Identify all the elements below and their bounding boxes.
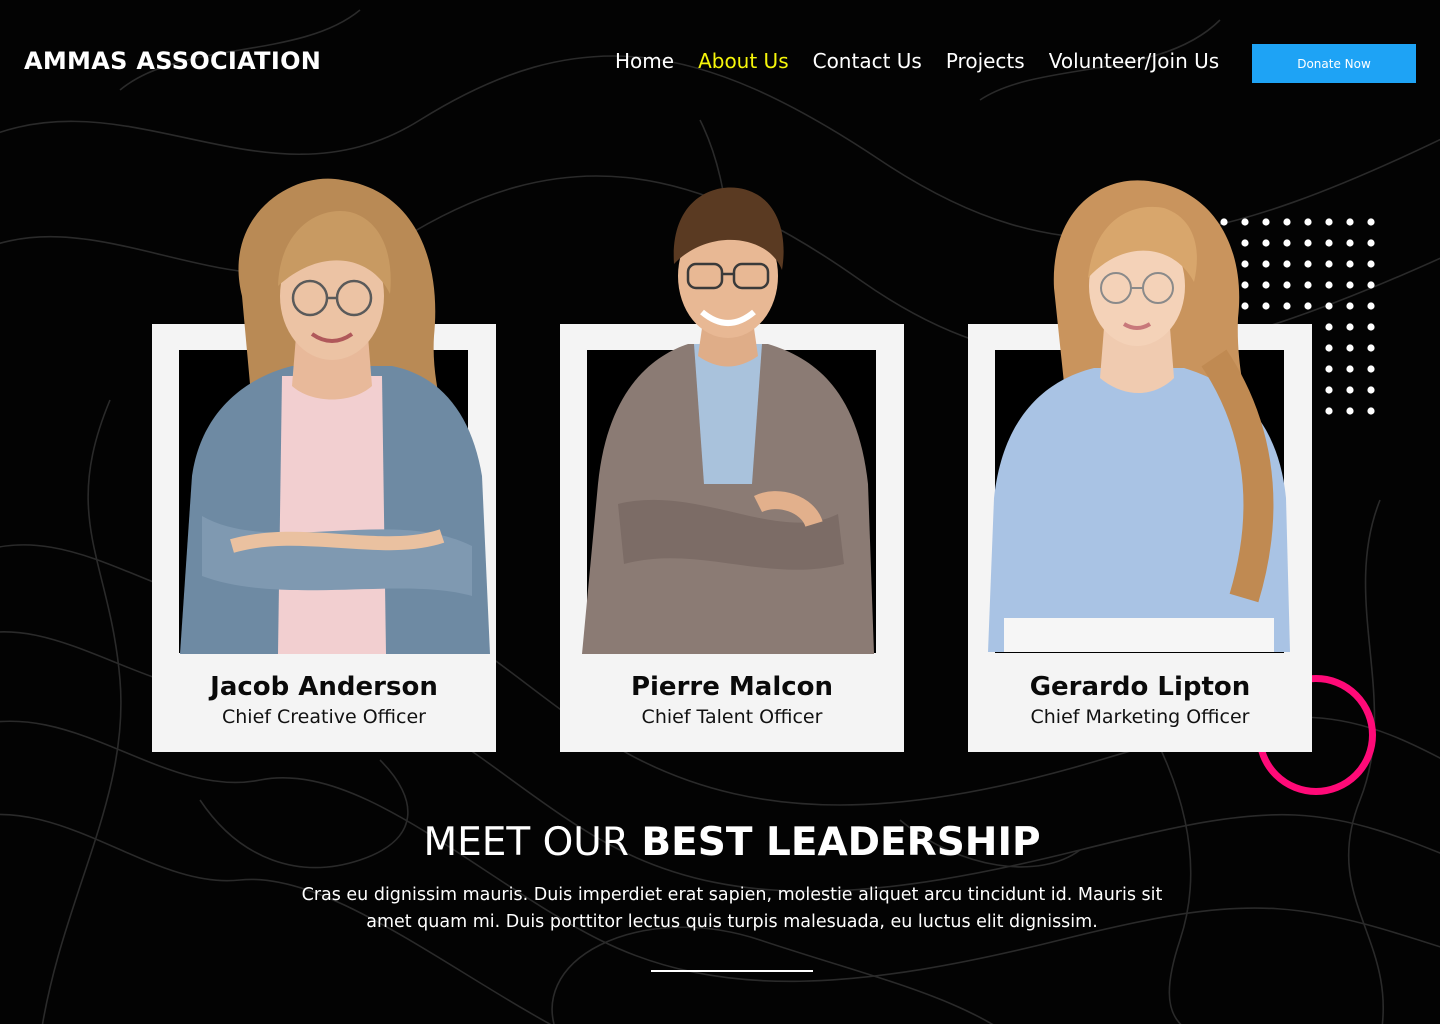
decor-dot	[1304, 239, 1312, 247]
decor-dot	[1367, 365, 1375, 373]
portrait-pierre-malcon	[582, 187, 874, 654]
decor-dot	[1367, 281, 1375, 289]
section-divider	[651, 970, 813, 972]
decor-dot	[1367, 323, 1375, 331]
nav-about-us[interactable]: About Us	[698, 49, 789, 73]
heading-bold: BEST LEADERSHIP	[641, 820, 1041, 865]
member-name: Jacob Anderson	[210, 672, 438, 702]
decor-dot	[1325, 407, 1333, 415]
decor-dot	[1325, 365, 1333, 373]
decor-dot	[1346, 218, 1354, 226]
decor-dot	[1346, 365, 1354, 373]
decor-dot	[1346, 260, 1354, 268]
decor-dot	[1325, 281, 1333, 289]
decor-dot	[1367, 302, 1375, 310]
nav-projects[interactable]: Projects	[946, 49, 1025, 73]
member-role: Chief Marketing Officer	[1030, 706, 1250, 728]
decor-dot	[1346, 239, 1354, 247]
decor-dot	[1346, 281, 1354, 289]
decor-dot	[1325, 302, 1333, 310]
portrait-jacob-anderson	[180, 178, 490, 654]
decor-dot	[1325, 260, 1333, 268]
nav-contact-us[interactable]: Contact Us	[813, 49, 922, 73]
decor-dot	[1325, 386, 1333, 394]
decor-dot	[1346, 302, 1354, 310]
decor-dot	[1367, 386, 1375, 394]
nav-volunteer-join-us[interactable]: Volunteer/Join Us	[1049, 49, 1219, 73]
heading-light: MEET OUR	[423, 820, 629, 865]
decor-dot	[1304, 260, 1312, 268]
section-paragraph: Cras eu dignissim mauris. Duis imperdiet…	[301, 885, 1163, 932]
decor-dot	[1325, 344, 1333, 352]
member-name: Gerardo Lipton	[1029, 672, 1251, 702]
decor-dot	[1304, 302, 1312, 310]
decor-dot	[1367, 218, 1375, 226]
member-role: Chief Creative Officer	[222, 706, 426, 728]
decor-dot	[1304, 281, 1312, 289]
decor-dot	[1325, 323, 1333, 331]
section-heading: MEET OUR BEST LEADERSHIP	[0, 820, 1440, 865]
decor-dot	[1304, 218, 1312, 226]
donate-now-button[interactable]: Donate Now	[1252, 44, 1416, 83]
decor-dot	[1346, 344, 1354, 352]
page: AMMAS ASSOCIATION Home About Us Contact …	[0, 0, 1440, 1024]
member-role: Chief Talent Officer	[641, 706, 823, 728]
decor-dot	[1367, 239, 1375, 247]
nav-home[interactable]: Home	[615, 49, 674, 73]
member-name: Pierre Malcon	[630, 672, 834, 702]
decor-dot	[1346, 386, 1354, 394]
decor-dot	[1325, 218, 1333, 226]
site-logo[interactable]: AMMAS ASSOCIATION	[24, 47, 321, 75]
decor-dot	[1367, 260, 1375, 268]
decor-dot	[1325, 239, 1333, 247]
decor-dot	[1346, 407, 1354, 415]
main-nav: Home About Us Contact Us Projects Volunt…	[615, 49, 1219, 73]
decor-dot	[1367, 344, 1375, 352]
decor-dot	[1367, 407, 1375, 415]
decor-dot	[1346, 323, 1354, 331]
portrait-gerardo-lipton	[988, 180, 1290, 652]
